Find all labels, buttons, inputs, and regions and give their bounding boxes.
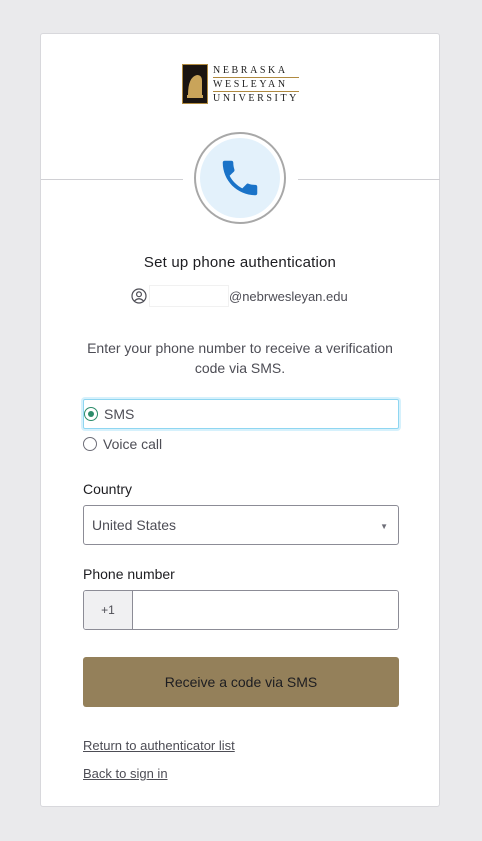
return-to-authenticator-list-link[interactable]: Return to authenticator list — [83, 738, 235, 753]
country-select[interactable]: United States ▼ — [83, 505, 399, 545]
method-option-sms[interactable]: SMS — [83, 399, 399, 429]
logo-line-3: UNIVERSITY — [213, 93, 299, 104]
method-option-voice[interactable]: Voice call — [83, 429, 399, 459]
sms-label: SMS — [104, 406, 135, 422]
country-value: United States — [92, 517, 177, 533]
logo-line-2: WESLEYAN — [213, 77, 299, 92]
sms-radio[interactable] — [84, 407, 98, 421]
country-label: Country — [83, 481, 133, 497]
receive-code-button[interactable]: Receive a code via SMS — [83, 657, 399, 707]
phone-number-label: Phone number — [83, 566, 175, 582]
phone-number-input[interactable] — [133, 591, 398, 629]
country-code-prefix: +1 — [84, 591, 133, 629]
voice-label: Voice call — [103, 436, 163, 452]
phone-icon — [222, 160, 258, 196]
chevron-down-icon: ▼ — [380, 522, 388, 531]
auth-card: NEBRASKA WESLEYAN UNIVERSITY Set up phon… — [40, 33, 440, 807]
redacted-username — [149, 285, 229, 307]
phone-badge — [194, 132, 286, 224]
logo-mark-icon — [182, 64, 208, 104]
instructions-text: Enter your phone number to receive a ver… — [87, 340, 393, 376]
header-divider-left — [41, 179, 183, 180]
logo-line-1: NEBRASKA — [213, 65, 288, 76]
university-logo: NEBRASKA WESLEYAN UNIVERSITY — [182, 64, 302, 106]
phone-number-group: +1 — [83, 590, 399, 630]
voice-radio[interactable] — [83, 437, 97, 451]
page-title: Set up phone authentication — [143, 254, 337, 271]
email-domain: @nebrwesleyan.edu — [229, 288, 348, 304]
user-icon — [131, 288, 147, 304]
header-divider-right — [298, 179, 440, 180]
back-to-sign-in-link[interactable]: Back to sign in — [83, 766, 168, 781]
user-identity: @nebrwesleyan.edu — [131, 285, 348, 307]
